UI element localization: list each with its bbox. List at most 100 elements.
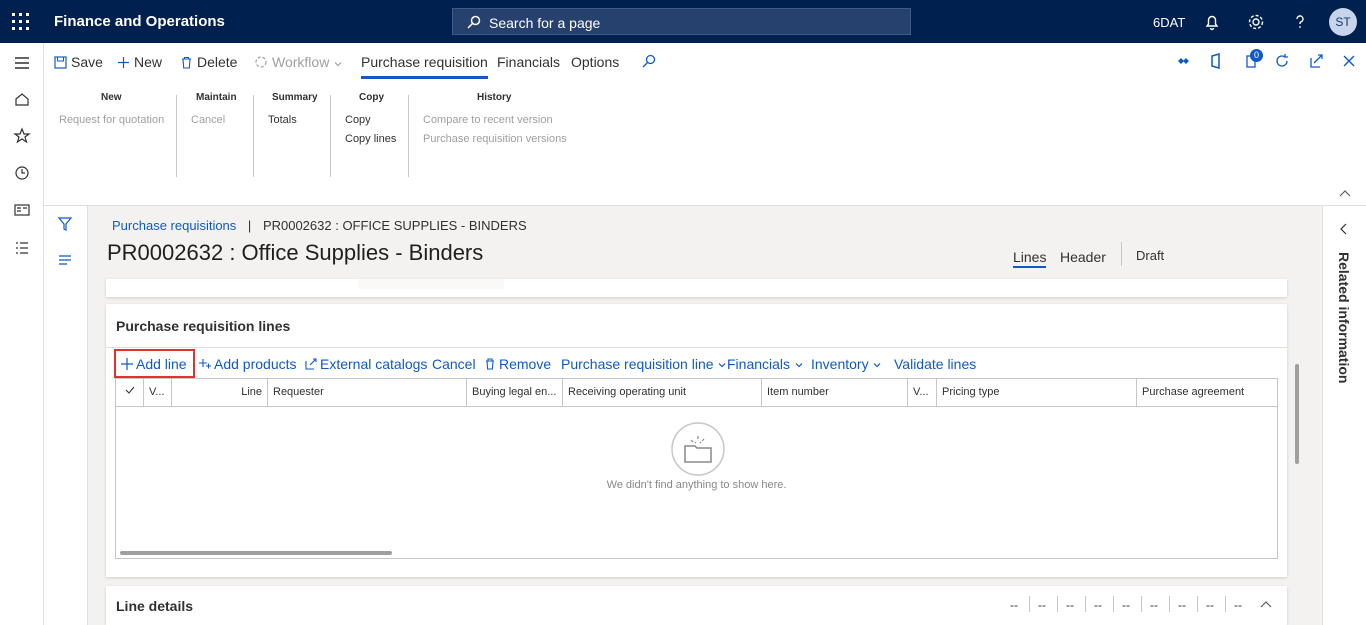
financials-menu[interactable]: Financials	[727, 356, 807, 372]
copy-lines-button[interactable]: Copy lines	[345, 133, 396, 145]
select-all-checkbox[interactable]	[116, 379, 144, 407]
workflow-label: Workflow	[272, 54, 330, 70]
open-new-window-icon[interactable]	[1308, 53, 1324, 69]
filter-icon[interactable]	[57, 216, 73, 232]
financials-label: Financials	[727, 356, 791, 372]
summary-value: --	[1234, 598, 1242, 612]
column-header[interactable]: V...	[908, 379, 937, 407]
column-header[interactable]: Pricing type	[937, 379, 1137, 407]
purchase-requisition-line-menu[interactable]: Purchase requisition line	[561, 356, 730, 372]
group-title-history: History	[477, 92, 512, 103]
summary-value: --	[1178, 598, 1186, 612]
tab-financials[interactable]: Financials	[497, 54, 560, 70]
breadcrumb-current: PR0002632 : OFFICE SUPPLIES - BINDERS	[262, 218, 527, 233]
column-header[interactable]: Receiving operating unit	[563, 379, 762, 407]
delete-button[interactable]: Delete	[180, 54, 237, 70]
office-icon[interactable]	[1208, 53, 1224, 69]
section-title[interactable]: Purchase requisition lines	[116, 318, 290, 334]
tab-options[interactable]: Options	[571, 54, 619, 70]
company-picker[interactable]: 6DAT	[1153, 15, 1185, 30]
breadcrumb: Purchase requisitions | PR0002632 : OFFI…	[112, 218, 527, 233]
compare-to-recent-version-button[interactable]: Compare to recent version	[423, 114, 553, 126]
refresh-icon[interactable]	[1274, 53, 1290, 69]
vertical-scrollbar[interactable]	[1295, 364, 1299, 464]
gear-icon[interactable]	[1246, 12, 1266, 32]
purchase-requisition-versions-button[interactable]: Purchase requisition versions	[423, 133, 567, 145]
inventory-label: Inventory	[811, 356, 869, 372]
new-label: New	[134, 54, 163, 70]
clock-icon[interactable]	[12, 163, 32, 183]
tab-lines[interactable]: Lines	[1013, 249, 1047, 268]
external-catalogs-label: External catalogs	[320, 356, 428, 372]
chevron-up-icon[interactable]	[1338, 189, 1352, 199]
app-title[interactable]: Finance and Operations	[54, 13, 225, 30]
add-line-button[interactable]: Add line	[121, 356, 187, 372]
tab-header[interactable]: Header	[1060, 249, 1106, 265]
close-icon[interactable]	[1341, 53, 1357, 69]
header-card	[106, 279, 1287, 297]
chevron-down-icon	[334, 62, 342, 67]
cancel-line-button[interactable]: Cancel	[432, 356, 476, 372]
tab-purchase-requisition[interactable]: Purchase requisition	[361, 54, 488, 79]
group-title-maintain: Maintain	[196, 92, 237, 103]
chevron-down-icon	[718, 363, 726, 368]
workflow-button[interactable]: Workflow	[254, 54, 347, 70]
horizontal-scrollbar[interactable]	[120, 551, 392, 555]
line-details-title[interactable]: Line details	[116, 598, 193, 614]
summary-value: --	[1066, 598, 1074, 612]
column-header[interactable]: Item number	[762, 379, 908, 407]
star-icon[interactable]	[12, 126, 32, 146]
save-button[interactable]: Save	[54, 54, 103, 70]
validate-lines-button[interactable]: Validate lines	[894, 356, 976, 372]
power-apps-icon[interactable]	[1175, 53, 1191, 69]
left-navigation	[0, 43, 44, 625]
divider	[1169, 596, 1170, 612]
remove-button[interactable]: Remove	[484, 356, 551, 372]
empty-folder-icon	[671, 422, 725, 476]
cancel-ribbon-button[interactable]: Cancel	[191, 114, 225, 126]
request-for-quotation-button[interactable]: Request for quotation	[59, 114, 164, 126]
column-header[interactable]: Purchase agreement	[1137, 379, 1277, 407]
related-information-label[interactable]: Related information	[1334, 252, 1352, 383]
add-products-icon	[199, 359, 211, 369]
chevron-up-icon[interactable]	[1260, 600, 1272, 608]
search-icon[interactable]	[642, 54, 656, 68]
column-header[interactable]: Line	[172, 379, 268, 407]
trash-icon	[182, 56, 191, 69]
app-launcher-icon[interactable]	[12, 13, 30, 31]
group-divider	[408, 95, 409, 177]
summary-value: --	[1038, 598, 1046, 612]
status-badge: Draft	[1136, 248, 1165, 263]
totals-button[interactable]: Totals	[268, 114, 297, 126]
add-products-button[interactable]: Add products	[199, 356, 297, 372]
breadcrumb-parent-link[interactable]: Purchase requisitions	[112, 218, 236, 233]
chevron-left-icon[interactable]	[1340, 223, 1348, 235]
page-title: PR0002632 : Office Supplies - Binders	[107, 240, 484, 265]
summary-value: --	[1206, 598, 1214, 612]
add-products-label: Add products	[214, 356, 297, 372]
hamburger-icon[interactable]	[12, 53, 32, 73]
avatar[interactable]: ST	[1329, 8, 1357, 36]
workflow-icon	[255, 56, 267, 68]
external-catalogs-button[interactable]: External catalogs	[305, 356, 427, 372]
copy-button[interactable]: Copy	[345, 114, 371, 126]
new-button[interactable]: New	[117, 54, 162, 70]
breadcrumb-separator: |	[247, 218, 252, 233]
modules-icon[interactable]	[12, 238, 32, 258]
search-placeholder: Search for a page	[489, 15, 601, 31]
workspace-icon[interactable]	[12, 200, 32, 220]
column-header[interactable]: V...	[144, 379, 172, 407]
column-header[interactable]: Requester	[268, 379, 467, 407]
inventory-menu[interactable]: Inventory	[811, 356, 885, 372]
divider	[1113, 596, 1114, 612]
search-input[interactable]: Search for a page	[452, 8, 911, 35]
divider	[1121, 242, 1122, 266]
list-icon[interactable]	[57, 252, 73, 268]
chevron-down-icon	[795, 363, 803, 368]
help-icon[interactable]	[1290, 12, 1310, 32]
trash-icon	[486, 358, 494, 370]
column-header[interactable]: Buying legal en...	[467, 379, 563, 407]
bell-icon[interactable]	[1202, 12, 1222, 32]
home-icon[interactable]	[12, 89, 32, 109]
summary-value: --	[1122, 598, 1130, 612]
